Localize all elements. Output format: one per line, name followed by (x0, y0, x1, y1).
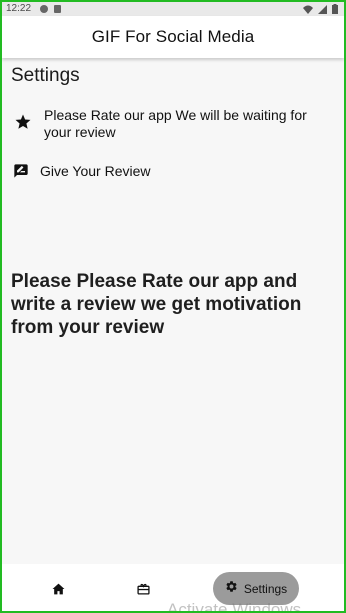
give-review-item[interactable]: Give Your Review (2, 162, 344, 180)
star-icon (2, 107, 44, 131)
review-request-message: Please Please Rate our app and write a r… (11, 271, 302, 338)
page-title: Settings (11, 65, 80, 86)
sd-card-icon (54, 5, 61, 13)
rate-app-item[interactable]: Please Rate our app We will be waiting f… (2, 107, 344, 141)
status-time: 12:22 (6, 3, 32, 14)
activate-windows-watermark: Activate Windows (167, 600, 302, 611)
notification-icon (40, 5, 48, 13)
app-title: GIF For Social Media (91, 27, 255, 46)
app-screen: 12:22 GIF For Social Media Settings Plea… (2, 2, 344, 611)
app-bar: GIF For Social Media (2, 16, 344, 58)
rate-review-icon (2, 162, 40, 179)
cards-icon[interactable] (137, 582, 150, 600)
gear-icon (225, 580, 238, 598)
give-review-label: Give Your Review (40, 163, 151, 179)
home-icon[interactable] (52, 582, 65, 600)
rate-app-label: Please Rate our app We will be waiting f… (44, 107, 307, 140)
nav-settings-label: Settings (243, 581, 288, 596)
status-bar: 12:22 (2, 2, 344, 16)
